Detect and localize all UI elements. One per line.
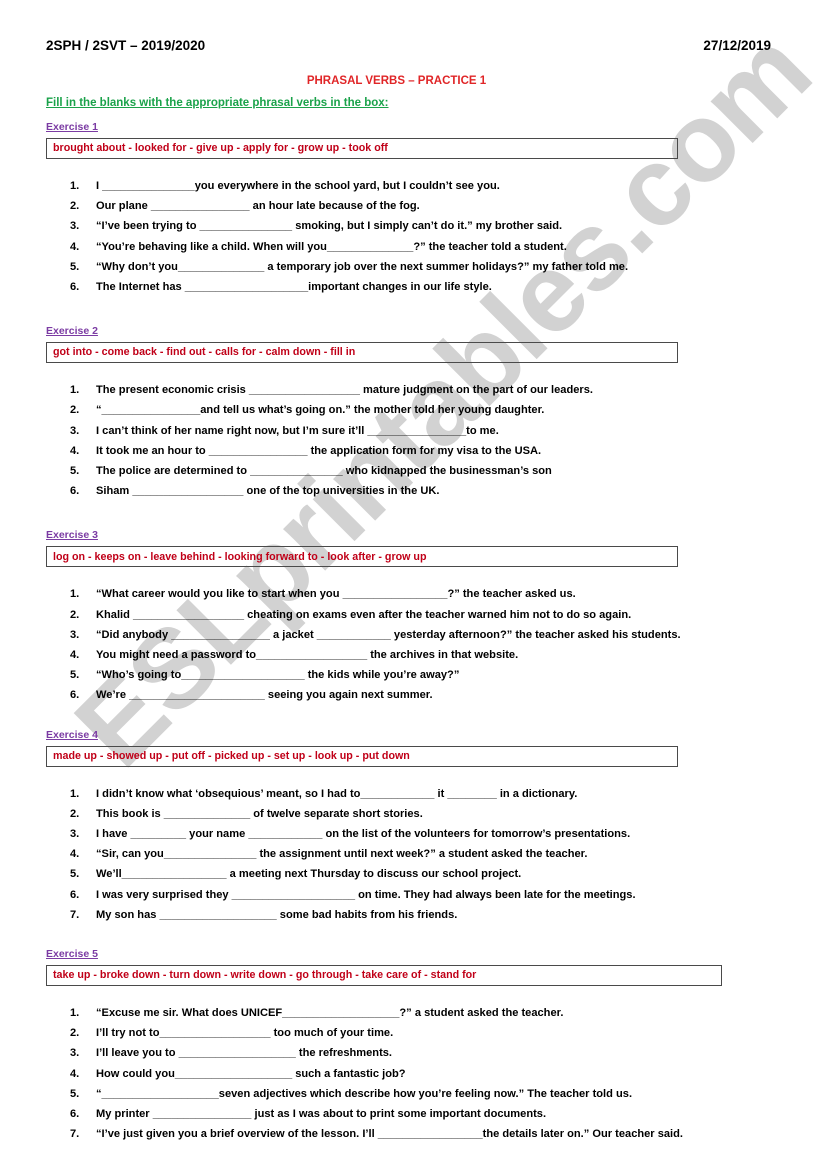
page-title: PHRASAL VERBS – PRACTICE 1 xyxy=(306,75,487,87)
list-item: “________________and tell us what’s goin… xyxy=(70,400,545,420)
exercise-label-3: Exercise 3 xyxy=(46,529,98,542)
list-item: It took me an hour to ________________ t… xyxy=(70,441,542,461)
list-item: We’ll_________________ a meeting next Th… xyxy=(70,864,522,884)
list-item: I didn’t know what ‘obsequious’ meant, s… xyxy=(70,784,578,804)
list-item: I _______________you everywhere in the s… xyxy=(70,176,500,196)
word-bank-box-3: log on - keeps on - leave behind - looki… xyxy=(46,546,678,568)
list-item: The police are determined to ___________… xyxy=(70,461,552,481)
list-item: “___________________seven adjectives whi… xyxy=(70,1084,633,1104)
worksheet-page: ESLprintables.com 2SPH / 2SVT – 2019/202… xyxy=(0,0,821,1161)
word-bank-text-1: brought about - looked for - give up - a… xyxy=(53,142,388,155)
word-bank-box-2: got into - come back - find out - calls … xyxy=(46,342,678,364)
exercise-block-4: Exercise 4 made up - showed up - put off… xyxy=(46,729,777,925)
word-bank-box-4: made up - showed up - put off - picked u… xyxy=(46,745,678,767)
list-item: This book is ______________ of twelve se… xyxy=(70,804,423,824)
list-item: My son has ___________________ some bad … xyxy=(70,905,458,925)
list-item: I can’t think of her name right now, but… xyxy=(70,421,499,441)
exercise-items-5: “Excuse me sir. What does UNICEF________… xyxy=(46,1003,777,1145)
exercise-label-2: Exercise 2 xyxy=(46,325,98,338)
list-item: You might need a password to____________… xyxy=(70,645,519,665)
exercise-items-3: “What career would you like to start whe… xyxy=(46,584,777,705)
list-item: “I’ve just given you a brief overview of… xyxy=(70,1124,683,1144)
list-item: The present economic crisis ____________… xyxy=(70,380,593,400)
exercise-block-3: Exercise 3 log on - keeps on - leave beh… xyxy=(46,529,777,706)
list-item: I’ll leave you to ___________________ th… xyxy=(70,1043,393,1063)
list-item: Our plane ________________ an hour late … xyxy=(70,196,420,216)
list-item: I have _________ your name ____________ … xyxy=(70,824,631,844)
list-item: “You’re behaving like a child. When will… xyxy=(70,237,567,257)
instruction-line: Fill in the blanks with the appropriate … xyxy=(46,97,389,109)
list-item: I was very surprised they ______________… xyxy=(70,885,636,905)
word-bank-box-1: brought about - looked for - give up - a… xyxy=(46,138,678,159)
list-item: “I’ve been trying to _______________ smo… xyxy=(70,216,563,236)
document-header: 2SPH / 2SVT – 2019/2020 27/12/2019 xyxy=(46,38,777,53)
list-item: “What career would you like to start whe… xyxy=(70,584,576,604)
document-content: 2SPH / 2SVT – 2019/2020 27/12/2019 PHRAS… xyxy=(0,0,821,1145)
list-item: “Excuse me sir. What does UNICEF________… xyxy=(70,1003,564,1023)
exercise-label-4: Exercise 4 xyxy=(46,728,98,741)
exercise-block-2: Exercise 2 got into - come back - find o… xyxy=(46,325,777,502)
list-item: Siham __________________ one of the top … xyxy=(70,481,440,501)
exercise-block-5: Exercise 5 take up - broke down - turn d… xyxy=(46,948,777,1145)
list-item: “Sir, can you_______________ the assignm… xyxy=(70,844,588,864)
exercise-label-1: Exercise 1 xyxy=(46,121,98,133)
list-item: “Why don’t you______________ a temporary… xyxy=(70,257,629,277)
list-item: I’ll try not to__________________ too mu… xyxy=(70,1023,394,1043)
word-bank-text-5: take up - broke down - turn down - write… xyxy=(53,969,477,982)
list-item: The Internet has ____________________imp… xyxy=(70,277,492,297)
exercise-items-2: The present economic crisis ____________… xyxy=(46,380,777,501)
exercise-items-4: I didn’t know what ‘obsequious’ meant, s… xyxy=(46,784,777,926)
list-item: Khalid __________________ cheating on ex… xyxy=(70,605,632,625)
exercise-block-1: Exercise 1 brought about - looked for - … xyxy=(46,121,777,297)
list-item: We’re ______________________ seeing you … xyxy=(70,685,433,705)
word-bank-box-5: take up - broke down - turn down - write… xyxy=(46,965,722,987)
list-item: My printer ________________ just as I wa… xyxy=(70,1104,547,1124)
exercise-label-5: Exercise 5 xyxy=(46,948,98,961)
header-class-year: 2SPH / 2SVT – 2019/2020 xyxy=(46,38,206,53)
list-item: “Did anybody ________________ a jacket _… xyxy=(70,625,681,645)
list-item: How could you___________________ such a … xyxy=(70,1064,406,1084)
list-item: “Who’s going to____________________ the … xyxy=(70,665,460,685)
word-bank-text-3: log on - keeps on - leave behind - looki… xyxy=(53,550,427,563)
exercise-items-1: I _______________you everywhere in the s… xyxy=(46,176,777,297)
word-bank-text-4: made up - showed up - put off - picked u… xyxy=(53,749,410,762)
word-bank-text-2: got into - come back - find out - calls … xyxy=(53,346,356,359)
header-date: 27/12/2019 xyxy=(703,38,771,53)
